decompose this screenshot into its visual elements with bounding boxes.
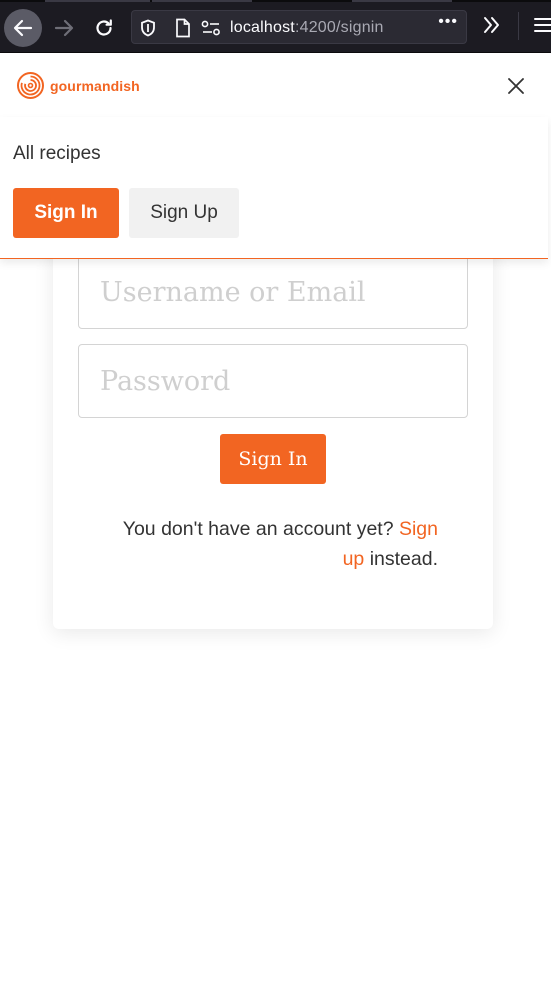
tab-strip: [0, 0, 551, 2]
url-path: :4200/signin: [294, 19, 384, 36]
overflow-chevrons-icon[interactable]: [480, 14, 502, 36]
logo-text: gourmandish: [50, 77, 140, 94]
password-input[interactable]: [78, 344, 468, 418]
toolbar-separator: [518, 12, 519, 40]
signup-prompt-prefix: You don't have an account yet?: [122, 518, 399, 540]
nav-all-recipes[interactable]: All recipes: [13, 143, 101, 165]
mobile-menu: All recipes Sign In Sign Up: [0, 117, 548, 259]
address-bar[interactable]: localhost:4200/signin •••: [131, 10, 467, 44]
shield-icon[interactable]: [140, 19, 156, 37]
more-actions-icon[interactable]: •••: [438, 13, 458, 31]
signin-submit-button[interactable]: Sign In: [220, 434, 326, 484]
app-header: gourmandish: [0, 53, 551, 117]
signup-prompt-suffix: instead.: [364, 548, 438, 570]
forward-button[interactable]: [45, 9, 83, 47]
back-arrow-icon: [13, 19, 33, 37]
reload-icon: [96, 19, 112, 36]
page-icon[interactable]: [175, 18, 191, 38]
close-menu-button[interactable]: [504, 74, 528, 98]
brand-logo[interactable]: gourmandish: [16, 71, 140, 100]
signin-card: Sign In You don't have an account yet? S…: [53, 200, 493, 629]
signup-prompt: You don't have an account yet? Sign up i…: [108, 514, 438, 574]
permissions-icon[interactable]: [201, 20, 221, 36]
reload-button[interactable]: [85, 9, 123, 47]
back-button[interactable]: [4, 9, 42, 47]
close-icon: [508, 78, 524, 94]
browser-toolbar: localhost:4200/signin •••: [0, 0, 551, 53]
username-input[interactable]: [78, 255, 468, 329]
url-text[interactable]: localhost:4200/signin: [230, 19, 384, 37]
menu-signin-button[interactable]: Sign In: [13, 188, 119, 238]
logo-spiral-icon: [17, 72, 44, 99]
menu-signup-button[interactable]: Sign Up: [129, 188, 239, 238]
forward-arrow-icon: [54, 19, 74, 37]
hamburger-menu-icon[interactable]: [534, 17, 551, 33]
url-host: localhost: [230, 19, 295, 36]
